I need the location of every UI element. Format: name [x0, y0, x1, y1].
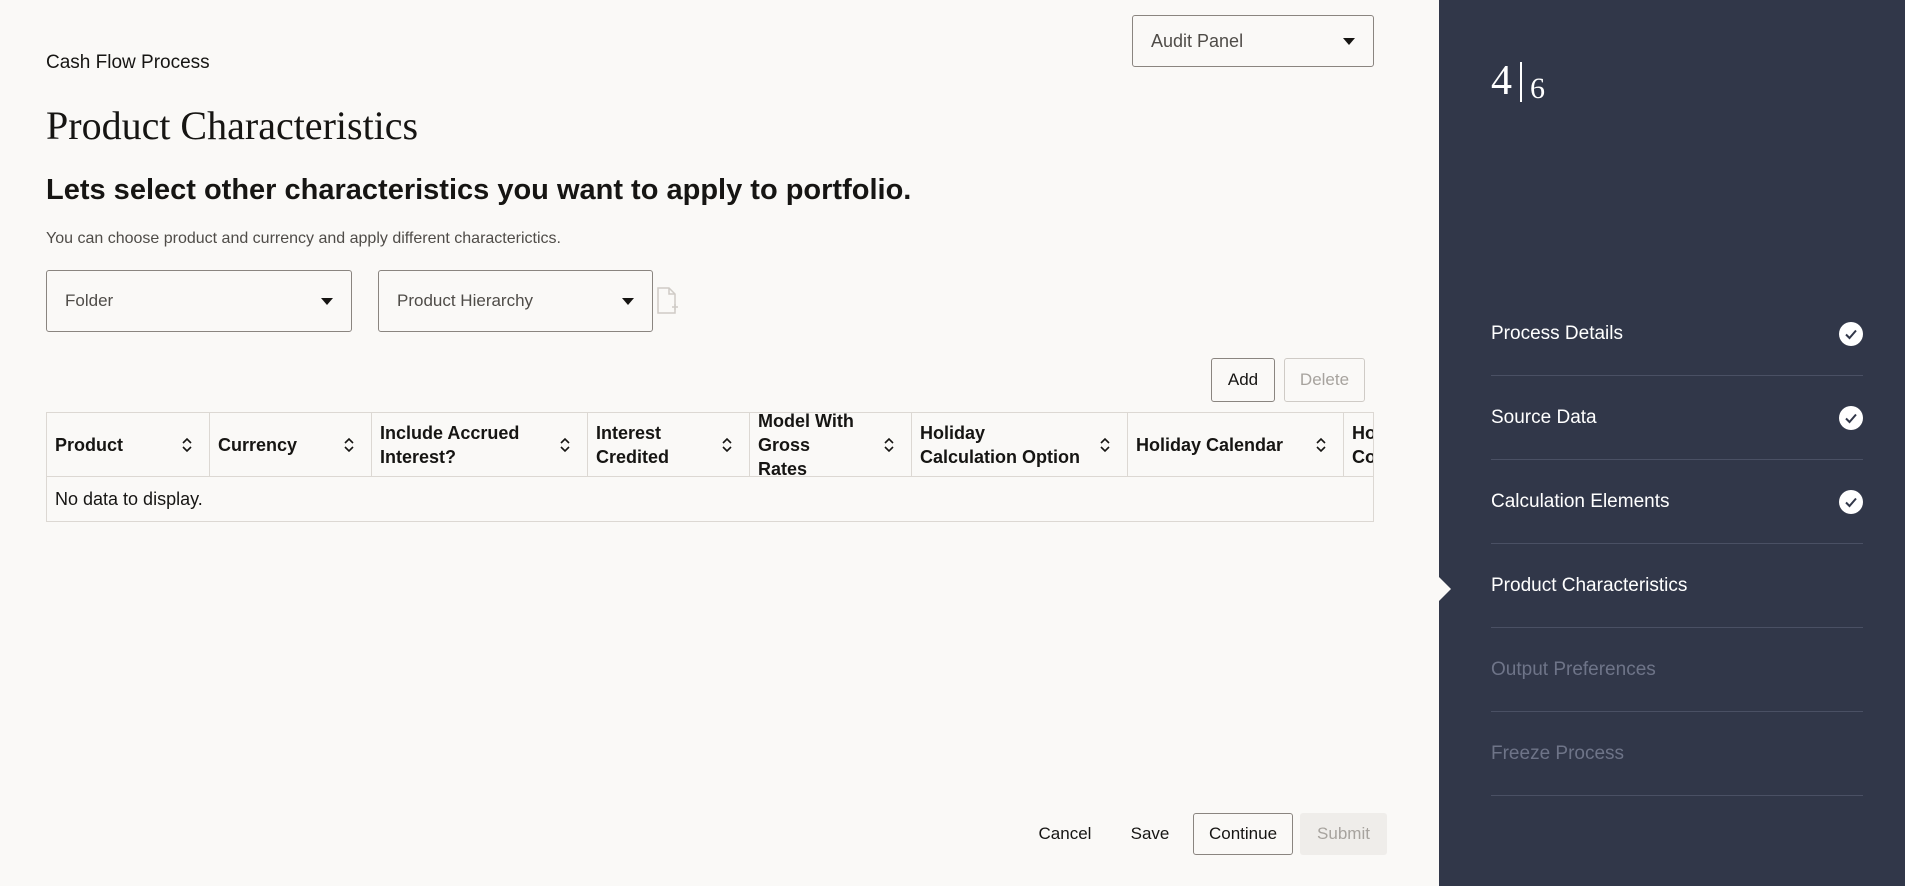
product-characteristics-table: Product Currency Include Accrued Interes… — [46, 412, 1374, 522]
product-hierarchy-select[interactable]: Product Hierarchy — [378, 270, 653, 332]
column-header-holiday-convention[interactable]: Holiday Convention — [1344, 413, 1373, 477]
new-document-icon[interactable] — [656, 287, 678, 315]
step-separator — [1520, 62, 1522, 102]
column-header-holiday-calendar[interactable]: Holiday Calendar — [1128, 413, 1344, 477]
column-header-include-accrued-interest[interactable]: Include Accrued Interest? — [372, 413, 588, 477]
section-heading: Lets select other characteristics you wa… — [46, 174, 912, 206]
caret-down-icon — [622, 297, 634, 305]
breadcrumb[interactable]: Cash Flow Process — [46, 52, 210, 74]
step-list: Process Details Source Data Calculation … — [1491, 292, 1863, 796]
step-output-preferences[interactable]: Output Preferences — [1491, 628, 1863, 712]
sort-icon[interactable] — [181, 436, 193, 454]
current-step-number: 4 — [1491, 58, 1512, 104]
submit-button[interactable]: Submit — [1300, 813, 1387, 855]
check-circle-icon — [1839, 489, 1863, 514]
empty-table-message: No data to display. — [55, 489, 203, 509]
folder-select-label: Folder — [65, 291, 114, 310]
add-button[interactable]: Add — [1211, 358, 1275, 402]
caret-down-icon — [321, 297, 333, 305]
continue-button[interactable]: Continue — [1193, 813, 1293, 855]
product-hierarchy-label: Product Hierarchy — [397, 291, 534, 310]
process-steps-sidebar: 4 6 Process Details Source Data Calculat… — [1439, 0, 1905, 886]
table-header: Product Currency Include Accrued Interes… — [47, 413, 1373, 479]
section-description: You can choose product and currency and … — [46, 230, 561, 247]
check-circle-icon — [1839, 405, 1863, 430]
step-source-data[interactable]: Source Data — [1491, 376, 1863, 460]
column-header-product[interactable]: Product — [47, 413, 210, 477]
sort-icon[interactable] — [883, 436, 895, 454]
sort-icon[interactable] — [559, 436, 571, 454]
column-header-holiday-calculation-option[interactable]: Holiday Calculation Option — [912, 413, 1128, 477]
step-calculation-elements[interactable]: Calculation Elements — [1491, 460, 1863, 544]
audit-panel-select[interactable]: Audit Panel — [1132, 15, 1374, 67]
audit-panel-label: Audit Panel — [1151, 30, 1244, 51]
page-title: Product Characteristics — [46, 103, 419, 148]
step-counter: 4 6 — [1491, 58, 1545, 106]
sort-icon[interactable] — [1315, 436, 1327, 454]
step-process-details[interactable]: Process Details — [1491, 292, 1863, 376]
check-circle-icon — [1839, 321, 1863, 346]
column-header-currency[interactable]: Currency — [210, 413, 372, 477]
current-step-pointer — [1439, 577, 1451, 601]
caret-down-icon — [1343, 37, 1355, 45]
cancel-button[interactable]: Cancel — [1030, 813, 1100, 855]
sort-icon[interactable] — [1099, 436, 1111, 454]
column-header-model-with-gross-rates[interactable]: Model With Gross Rates — [750, 413, 912, 479]
column-header-interest-credited[interactable]: Interest Credited — [588, 413, 750, 477]
save-button[interactable]: Save — [1120, 813, 1180, 855]
sort-icon[interactable] — [721, 436, 733, 454]
step-product-characteristics[interactable]: Product Characteristics — [1491, 544, 1863, 628]
sort-icon[interactable] — [343, 436, 355, 454]
folder-select[interactable]: Folder — [46, 270, 352, 332]
delete-button[interactable]: Delete — [1284, 358, 1365, 402]
total-steps-number: 6 — [1530, 72, 1545, 105]
main-content: Cash Flow Process Product Characteristic… — [0, 0, 1439, 886]
step-freeze-process[interactable]: Freeze Process — [1491, 712, 1863, 796]
